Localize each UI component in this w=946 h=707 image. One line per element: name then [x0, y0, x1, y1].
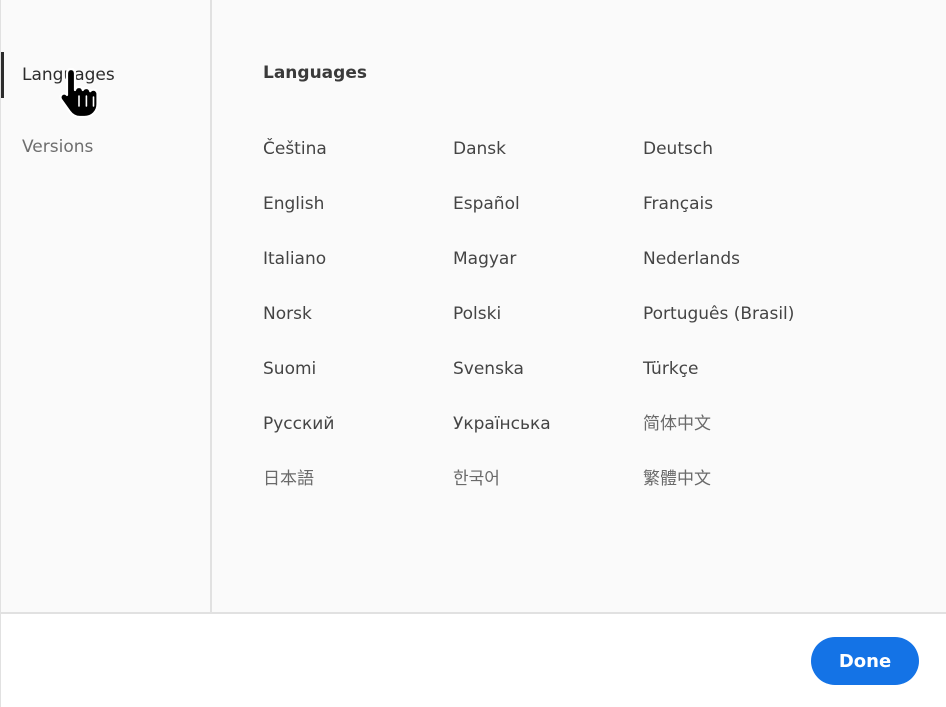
language-option-norsk[interactable]: Norsk: [263, 299, 453, 329]
sidebar: Languages Versions: [1, 0, 212, 612]
language-option-francais[interactable]: Français: [643, 189, 863, 219]
language-option-portugues-brasil[interactable]: Português (Brasil): [643, 299, 863, 329]
language-list: Čeština Dansk Deutsch English Español Fr…: [263, 134, 863, 519]
done-button[interactable]: Done: [811, 637, 919, 685]
language-option-russian[interactable]: Русский: [263, 409, 453, 439]
language-option-cestina[interactable]: Čeština: [263, 134, 453, 164]
language-option-polski[interactable]: Polski: [453, 299, 643, 329]
language-option-turkce[interactable]: Türkçe: [643, 354, 863, 384]
language-option-svenska[interactable]: Svenska: [453, 354, 643, 384]
sidebar-item-languages[interactable]: Languages: [1, 52, 210, 98]
language-option-ukrainian[interactable]: Українська: [453, 409, 643, 439]
language-option-magyar[interactable]: Magyar: [453, 244, 643, 274]
language-option-espanol[interactable]: Español: [453, 189, 643, 219]
sidebar-item-label: Versions: [22, 137, 94, 157]
languages-panel: Languages Čeština Dansk Deutsch English …: [214, 0, 946, 612]
language-option-dansk[interactable]: Dansk: [453, 134, 643, 164]
language-option-simplified-chinese[interactable]: 简体中文: [643, 409, 863, 439]
dialog-footer: Done: [1, 612, 946, 707]
language-option-deutsch[interactable]: Deutsch: [643, 134, 863, 164]
sidebar-item-versions[interactable]: Versions: [1, 124, 210, 170]
language-option-traditional-chinese[interactable]: 繁體中文: [643, 464, 863, 494]
language-option-suomi[interactable]: Suomi: [263, 354, 453, 384]
section-title: Languages: [263, 63, 367, 83]
preferences-dialog: Languages Versions Languages Čeština Dan…: [0, 0, 946, 707]
sidebar-item-label: Languages: [22, 65, 115, 85]
language-option-japanese[interactable]: 日本語: [263, 464, 453, 494]
language-option-korean[interactable]: 한국어: [453, 464, 643, 494]
language-option-italiano[interactable]: Italiano: [263, 244, 453, 274]
language-option-english[interactable]: English: [263, 189, 453, 219]
language-option-nederlands[interactable]: Nederlands: [643, 244, 863, 274]
